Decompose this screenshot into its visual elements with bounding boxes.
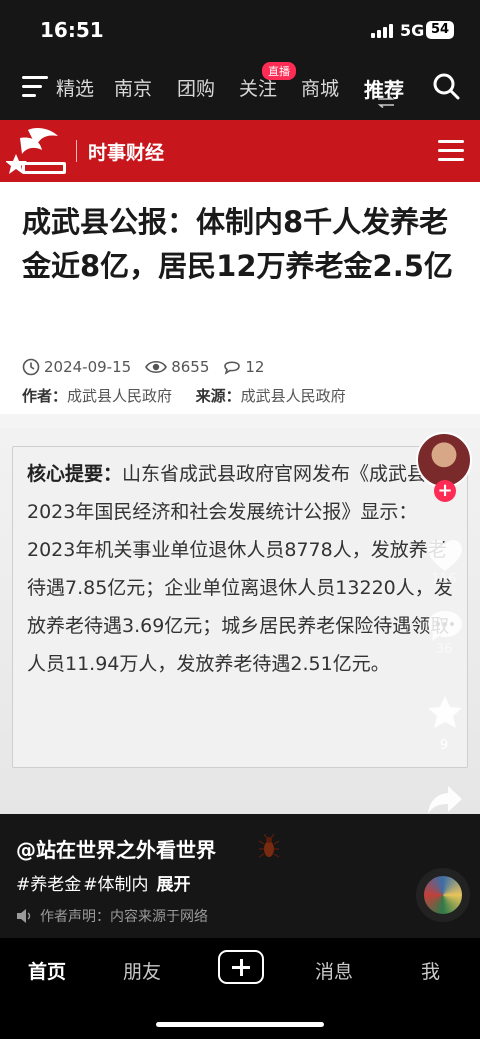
tab-jingxuan[interactable]: 精选 xyxy=(56,74,94,101)
battery-icon: 54 xyxy=(426,21,454,39)
channel-header: 时事财经 xyxy=(0,120,480,182)
status-time: 16:51 xyxy=(40,18,104,42)
hashtag[interactable]: #养老金 xyxy=(16,875,81,895)
search-icon[interactable] xyxy=(432,72,460,100)
top-navigation: 精选 南京 团购 关注 直播 商城 推荐 xyxy=(0,58,480,120)
declaration-text: 作者声明：内容来源于网络 xyxy=(40,909,208,925)
comment-icon xyxy=(224,361,241,375)
network-type: 5G xyxy=(400,21,425,40)
publish-date: 2024-09-15 xyxy=(44,358,132,376)
star-icon[interactable] xyxy=(426,694,464,730)
view-count: 8655 xyxy=(171,358,210,376)
home-indicator xyxy=(156,1022,324,1027)
follow-plus-icon[interactable]: + xyxy=(434,480,456,502)
author-label: 作者： xyxy=(22,387,68,405)
clock-icon xyxy=(22,358,40,376)
hamburger-menu-icon[interactable] xyxy=(438,140,464,162)
menu-icon[interactable] xyxy=(22,76,48,98)
hashtag[interactable]: #体制内 xyxy=(83,875,148,895)
publisher-logo xyxy=(6,128,66,174)
caption-author[interactable]: @站在世界之外看世界 xyxy=(16,834,216,863)
tab-me[interactable]: 我 xyxy=(421,957,440,984)
source-name: 成武县人民政府 xyxy=(240,387,346,405)
summary-area: 核心提要：山东省成武县政府官网发布《成武县2023年国民经济和社会发展统计公报》… xyxy=(0,428,480,814)
expand-link[interactable]: 展开 xyxy=(157,875,191,895)
divider-band xyxy=(0,414,480,428)
like-count: 116 xyxy=(431,572,457,587)
status-bar: 16:51 5G 54 xyxy=(0,0,480,58)
source-label: 来源： xyxy=(195,387,241,405)
tab-tuangou[interactable]: 团购 xyxy=(177,74,215,101)
author-source-line: 作者：成武县人民政府 来源：成武县人民政府 xyxy=(22,385,346,406)
tab-friends[interactable]: 朋友 xyxy=(123,957,161,984)
comment-count-rail: 36 xyxy=(435,642,453,657)
beetle-icon xyxy=(258,834,280,858)
music-disc[interactable] xyxy=(416,868,470,922)
article-card[interactable]: 成武县公报：体制内8千人发养老金近8亿，居民12万养老金2.5亿 2024-09… xyxy=(0,182,480,814)
article-title: 成武县公报：体制内8千人发养老金近8亿，居民12万养老金2.5亿 xyxy=(22,205,453,283)
section-title: 时事财经 xyxy=(88,142,165,164)
author-name: 成武县人民政府 xyxy=(67,387,173,405)
live-badge: 直播 xyxy=(262,62,296,80)
heart-icon[interactable] xyxy=(426,538,464,574)
swap-icon xyxy=(377,96,395,108)
header-divider xyxy=(76,140,77,162)
eye-icon xyxy=(145,360,168,374)
author-declaration: 作者声明：内容来源于网络 xyxy=(16,906,208,926)
tab-nanjing[interactable]: 南京 xyxy=(114,74,152,101)
tab-shangcheng[interactable]: 商城 xyxy=(301,74,339,101)
comment-bubble-icon[interactable] xyxy=(426,608,464,644)
share-icon[interactable] xyxy=(426,782,464,818)
summary-label: 核心提要： xyxy=(27,463,123,485)
signal-icon xyxy=(371,24,395,38)
favorite-count: 9 xyxy=(439,738,449,753)
create-plus-button[interactable] xyxy=(218,950,264,984)
summary-text: 山东省成武县政府官网发布《成武县2023年国民经济和社会发展统计公报》显示：20… xyxy=(27,463,453,675)
video-caption: @站在世界之外看世界 #养老金 #体制内 展开 作者声明：内容来源于网络 xyxy=(0,814,480,938)
article-meta: 2024-09-15 8655 12 xyxy=(22,358,278,376)
core-summary-box: 核心提要：山东省成武县政府官网发布《成武县2023年国民经济和社会发展统计公报》… xyxy=(12,446,468,768)
speaker-icon xyxy=(17,909,31,923)
tab-home[interactable]: 首页 xyxy=(28,957,66,984)
tab-messages[interactable]: 消息 xyxy=(315,957,353,984)
caption-tags: #养老金 #体制内 展开 xyxy=(16,870,193,895)
comment-count: 12 xyxy=(245,358,265,376)
